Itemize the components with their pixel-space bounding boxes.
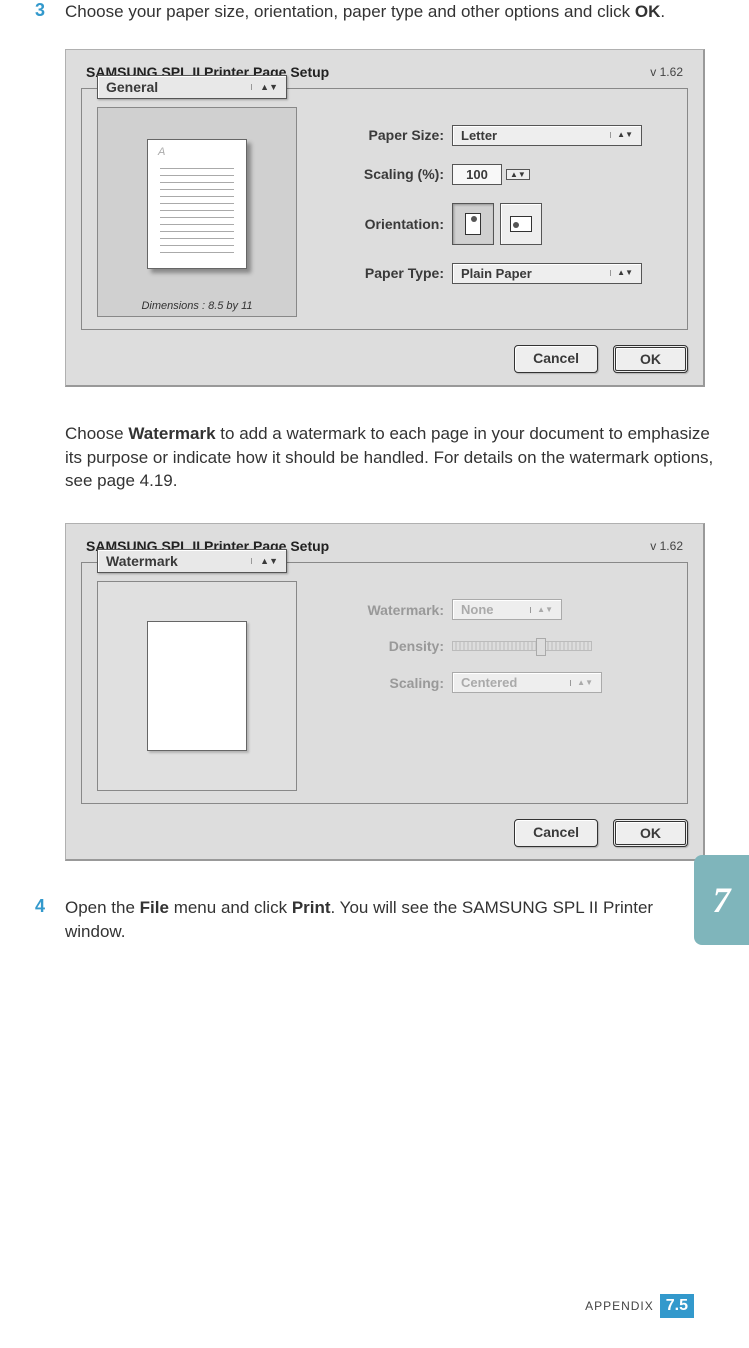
step3-bold: OK: [635, 2, 661, 21]
footer-page-box: 7.5: [660, 1294, 694, 1318]
page-setup-dialog-general: SAMSUNG SPL II Printer Page Setup v 1.62…: [65, 49, 705, 387]
page-icon: A: [147, 139, 247, 269]
tab-label: Watermark: [106, 553, 178, 569]
paper-type-value: Plain Paper: [461, 266, 532, 281]
updown-icon: ▲▼: [530, 607, 553, 613]
footer-appendix-label: APPENDIX: [585, 1299, 654, 1313]
page-icon: [147, 621, 247, 751]
updown-icon: ▲▼: [610, 270, 633, 276]
density-slider[interactable]: [452, 641, 592, 651]
paper-type-select[interactable]: Plain Paper ▲▼: [452, 263, 642, 284]
updown-icon: ▲▼: [251, 558, 278, 564]
paper-size-value: Letter: [461, 128, 497, 143]
paper-type-label: Paper Type:: [317, 265, 452, 281]
s4-b: menu and click: [169, 898, 292, 917]
cancel-button[interactable]: Cancel: [514, 819, 598, 847]
cancel-button[interactable]: Cancel: [514, 345, 598, 373]
watermark-label: Watermark:: [317, 602, 452, 618]
watermark-select[interactable]: None ▲▼: [452, 599, 562, 620]
tab-selector[interactable]: General ▲▼: [97, 75, 287, 99]
portrait-icon: [465, 213, 481, 235]
step-4-text: Open the File menu and click Print. You …: [65, 896, 714, 944]
dimensions-label: Dimensions : 8.5 by 11: [141, 300, 252, 312]
scaling-select[interactable]: Centered ▲▼: [452, 672, 602, 693]
landscape-icon: [510, 216, 532, 232]
chapter-side-tab: 7: [694, 855, 749, 945]
updown-icon: ▲▼: [610, 132, 633, 138]
page-footer: APPENDIX 7.5: [585, 1294, 694, 1318]
watermark-paragraph: Choose Watermark to add a watermark to e…: [65, 422, 714, 493]
page-preview: [97, 581, 297, 791]
scaling-value: Centered: [461, 675, 517, 690]
scaling-input[interactable]: 100: [452, 164, 502, 185]
scaling-label: Scaling (%):: [317, 166, 452, 182]
tab-selector[interactable]: Watermark ▲▼: [97, 549, 287, 573]
scaling-label: Scaling:: [317, 675, 452, 691]
paper-size-select[interactable]: Letter ▲▼: [452, 125, 642, 146]
step-3-text: Choose your paper size, orientation, pap…: [65, 0, 665, 24]
step3-text-a: Choose your paper size, orientation, pap…: [65, 2, 635, 21]
page-setup-dialog-watermark: SAMSUNG SPL II Printer Page Setup v 1.62…: [65, 523, 705, 861]
footer-chapter: 7.: [666, 1297, 679, 1314]
tab-label: General: [106, 79, 158, 95]
paper-size-label: Paper Size:: [317, 127, 452, 143]
step-number: 3: [35, 0, 65, 24]
wm-text-a: Choose: [65, 424, 128, 443]
s4-a: Open the: [65, 898, 140, 917]
density-label: Density:: [317, 638, 452, 654]
wm-bold: Watermark: [128, 424, 215, 443]
orientation-portrait-button[interactable]: [452, 203, 494, 245]
s4-bold1: File: [140, 898, 169, 917]
watermark-value: None: [461, 602, 494, 617]
orientation-label: Orientation:: [317, 216, 452, 232]
step3-text-b: .: [660, 2, 665, 21]
updown-icon: ▲▼: [570, 680, 593, 686]
dialog-version: v 1.62: [650, 65, 683, 79]
updown-icon: ▲▼: [251, 84, 278, 90]
ok-button[interactable]: OK: [613, 819, 688, 847]
dialog-version: v 1.62: [650, 539, 683, 553]
footer-page: 5: [679, 1297, 688, 1314]
s4-bold2: Print: [292, 898, 331, 917]
slider-thumb-icon: [536, 638, 546, 656]
orientation-landscape-button[interactable]: [500, 203, 542, 245]
step-number: 4: [35, 896, 65, 944]
page-preview: A Dimensions : 8.5 by 11: [97, 107, 297, 317]
scaling-stepper[interactable]: ▲▼: [506, 169, 530, 180]
ok-button[interactable]: OK: [613, 345, 688, 373]
